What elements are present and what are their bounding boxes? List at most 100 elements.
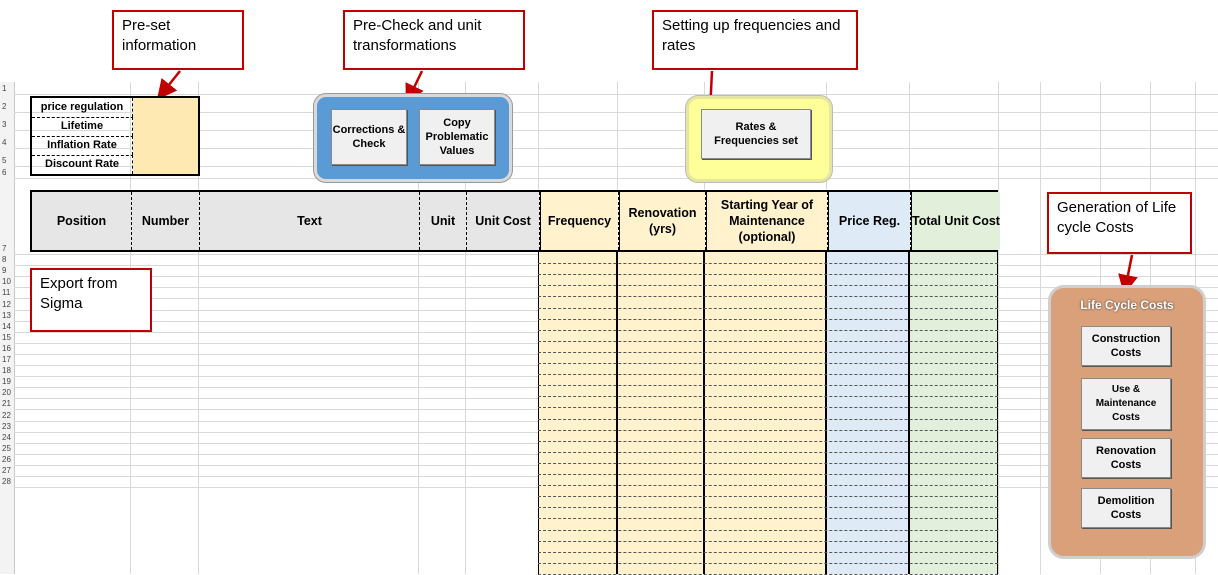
- row-number: 15: [2, 332, 11, 342]
- preset-label: Discount Rate: [32, 155, 133, 174]
- row-number: 18: [2, 366, 11, 376]
- callout-generation: Generation of Life cycle Costs: [1047, 192, 1192, 254]
- table-row: [538, 285, 998, 287]
- preset-value-cell[interactable]: [133, 155, 198, 174]
- table-row: [538, 418, 998, 420]
- table-row: [538, 562, 998, 564]
- table-header-label: Text: [297, 214, 322, 228]
- row-number: 23: [2, 421, 11, 431]
- preset-row: Inflation Rate: [32, 136, 198, 156]
- row-number: 2: [2, 102, 7, 111]
- row-number: 20: [2, 388, 11, 398]
- table-header-label: Renovation (yrs): [628, 206, 697, 236]
- construction-costs-label: Construction Costs: [1091, 333, 1161, 359]
- preset-value-cell[interactable]: [133, 117, 198, 136]
- use-maintenance-costs-button[interactable]: Use & Maintenance Costs: [1081, 378, 1171, 430]
- demolition-costs-label: Demolition Costs: [1097, 495, 1155, 521]
- preset-row: Lifetime: [32, 117, 198, 137]
- row-number: 3: [2, 120, 7, 129]
- lcc-button-group: Life Cycle Costs Construction Costs Use …: [1048, 285, 1206, 559]
- table-row: [538, 474, 998, 475]
- preset-value-cell[interactable]: [133, 136, 198, 155]
- table-header-label: Frequency: [547, 214, 612, 228]
- row-number: 21: [2, 399, 11, 409]
- corrections-check-button[interactable]: Corrections & Check: [331, 109, 407, 165]
- row-number: 9: [2, 266, 7, 276]
- callout-generation-text: Generation of Life cycle Costs: [1057, 199, 1177, 236]
- table-header-cell: Number: [132, 192, 200, 250]
- table-row: [538, 451, 998, 453]
- gridline: [998, 82, 999, 574]
- table-row: [538, 385, 998, 387]
- row-number: 5: [2, 156, 7, 165]
- table-header-label: Price Reg.: [838, 214, 901, 228]
- table-header-cell: Starting Year of Maintenance (optional): [706, 192, 828, 250]
- gridline: [14, 94, 1218, 95]
- row-number: 26: [2, 454, 11, 464]
- table-column-fill: [826, 252, 909, 574]
- table-header-label: Total Unit Cost: [912, 214, 1000, 228]
- preset-row: Discount Rate: [32, 155, 198, 174]
- table-header-cell: Position: [32, 192, 132, 250]
- row-number: 1: [2, 84, 7, 93]
- table-header-label: Starting Year of Maintenance (optional): [720, 198, 814, 244]
- row-number: 8: [2, 255, 7, 265]
- table-row: [538, 551, 998, 553]
- table-row: [538, 351, 998, 353]
- precheck-button-group: Corrections & Check Copy Problematic Val…: [314, 94, 512, 182]
- callout-preset: Pre-set information: [112, 10, 244, 70]
- table-row: [538, 263, 998, 265]
- table-row: [538, 462, 998, 464]
- table-column-fill: [538, 252, 617, 574]
- rates-frequencies-label: Rates & Frequencies set: [714, 121, 798, 147]
- renovation-costs-button[interactable]: Renovation Costs: [1081, 438, 1171, 478]
- table-row: [538, 374, 998, 376]
- row-number: 17: [2, 355, 11, 364]
- row-number: 22: [2, 410, 11, 420]
- callout-preset-text: Pre-set information: [122, 17, 197, 54]
- preset-label: Inflation Rate: [32, 136, 133, 155]
- gridline: [14, 178, 1218, 179]
- row-number: 19: [2, 377, 11, 387]
- callout-precheck: Pre-Check and unit transformations: [343, 10, 525, 70]
- table-row: [538, 529, 998, 531]
- table-row: [538, 396, 998, 398]
- table-column-fill: [704, 252, 826, 574]
- preset-table: price regulation Lifetime Inflation Rate…: [30, 96, 200, 176]
- row-number: 7: [2, 244, 7, 253]
- table-row: [538, 407, 998, 409]
- table-column-fill: [909, 252, 998, 574]
- row-number: 11: [2, 288, 11, 298]
- preset-label: Lifetime: [32, 117, 133, 136]
- preset-label: price regulation: [32, 98, 133, 117]
- table-header-cell: Unit: [420, 192, 467, 250]
- main-table: Position Number Text Unit Unit Cost Frequency…: [30, 190, 1000, 575]
- row-number: 6: [2, 168, 7, 177]
- table-header-cell: Total Unit Cost: [911, 192, 1000, 250]
- row-number: 25: [2, 443, 11, 453]
- preset-value-cell[interactable]: [133, 98, 198, 117]
- table-header-cell: Price Reg.: [828, 192, 911, 250]
- callout-frequencies: Setting up frequencies and rates: [652, 10, 858, 70]
- gridline: [1040, 82, 1041, 574]
- copy-problematic-values-button[interactable]: Copy Problematic Values: [419, 109, 495, 165]
- demolition-costs-button[interactable]: Demolition Costs: [1081, 488, 1171, 528]
- row-number: 4: [2, 138, 7, 147]
- table-row: [538, 318, 998, 320]
- rates-frequencies-button[interactable]: Rates & Frequencies set: [701, 109, 811, 159]
- lcc-title: Life Cycle Costs: [1080, 298, 1174, 312]
- table-header-cell: Text: [200, 192, 420, 250]
- row-number: 27: [2, 466, 11, 475]
- row-number: 12: [2, 299, 11, 309]
- copy-problematic-values-label: Copy Problematic Values: [425, 117, 489, 157]
- table-row: [538, 274, 998, 276]
- callout-precheck-text: Pre-Check and unit transformations: [353, 17, 482, 54]
- table-row: [538, 507, 998, 509]
- construction-costs-button[interactable]: Construction Costs: [1081, 326, 1171, 366]
- table-row: [538, 518, 998, 520]
- table-header-cell: Frequency: [540, 192, 619, 250]
- row-number: 13: [2, 310, 11, 320]
- preset-row: price regulation: [32, 98, 198, 118]
- table-header-label: Number: [141, 214, 190, 228]
- table-header-cell: Unit Cost: [467, 192, 540, 250]
